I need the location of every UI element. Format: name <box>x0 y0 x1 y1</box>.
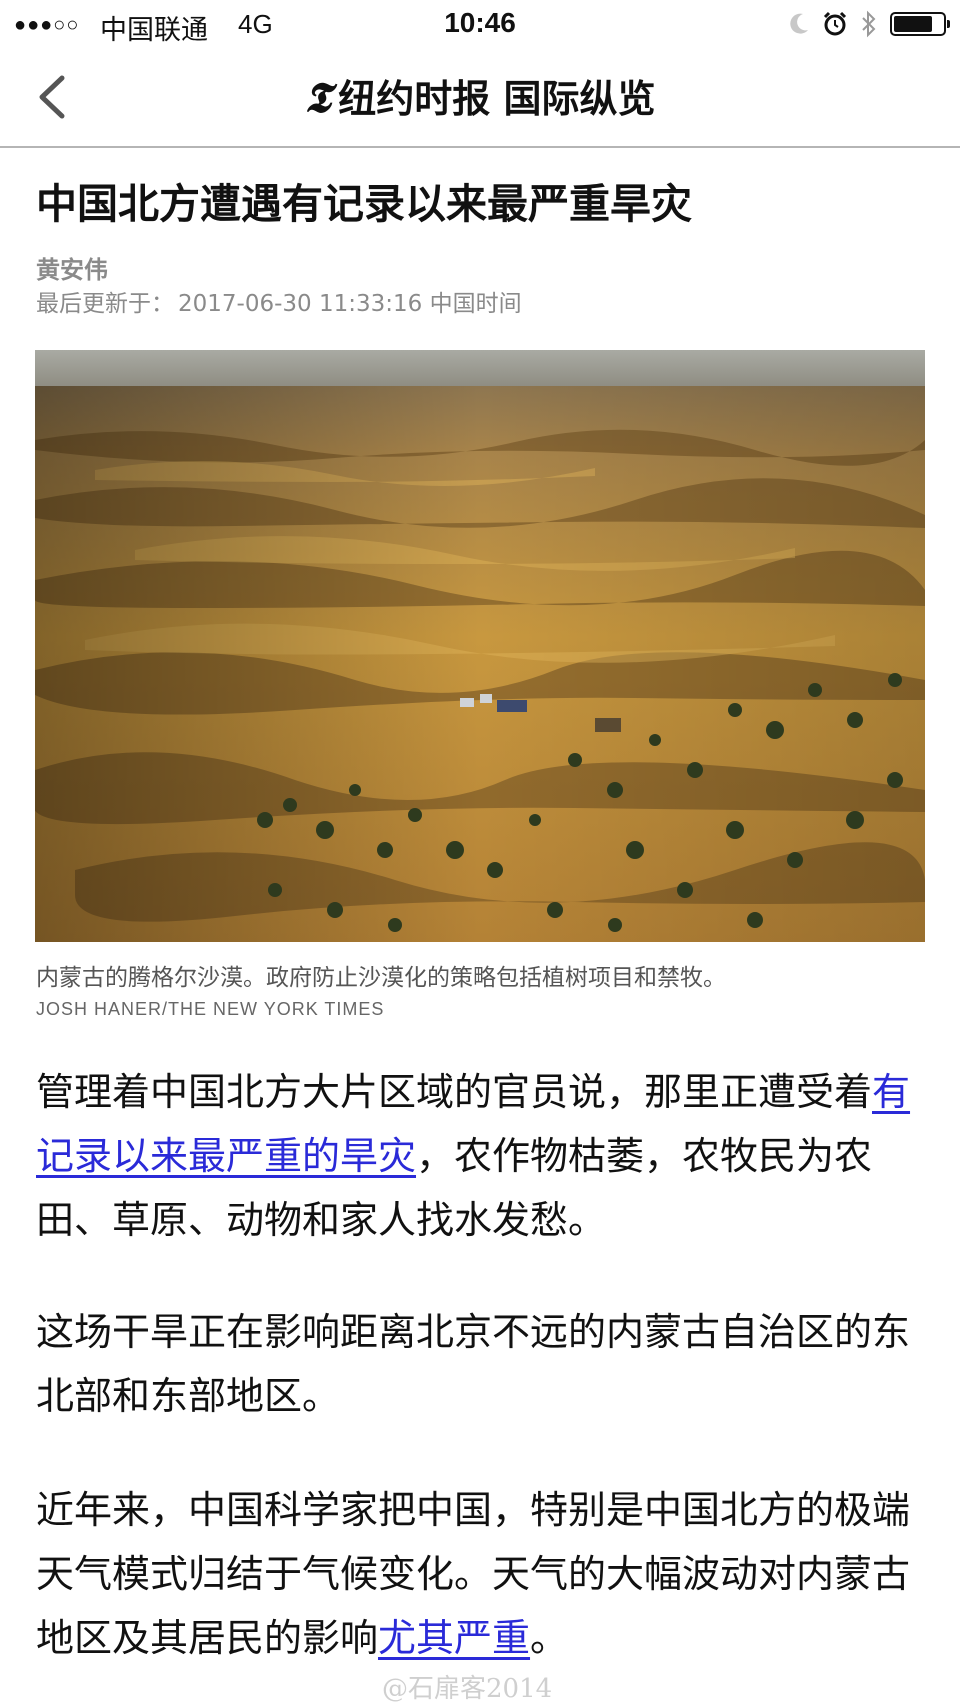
section-title: 纽约时报 国际纵览 <box>338 76 656 121</box>
article-paragraph-1: 管理着中国北方大片区域的官员说，那里正遭受着有记录以来最严重的旱灾，农作物枯萎，… <box>36 1060 916 1252</box>
updated-time: 2017-06-30 11:33:16 中国时间 <box>178 291 522 317</box>
updated-label: 最后更新于： <box>36 291 174 317</box>
article-paragraph-2: 这场干旱正在影响距离北京不远的内蒙古自治区的东北部和东部地区。 <box>36 1310 911 1418</box>
photo-credit: JOSH HANER/THE NEW YORK TIMES <box>36 999 385 1019</box>
bluetooth-icon <box>862 10 876 38</box>
status-icons <box>788 9 950 39</box>
weibo-watermark: @石扉客2014 <box>382 1674 553 1704</box>
article-photo[interactable] <box>35 350 925 942</box>
status-bar: ●●●○○ 中国联通 4G 10:46 <box>0 0 960 48</box>
alarm-icon <box>823 11 847 36</box>
article-paragraph-3: 近年来，中国科学家把中国，特别是中国北方的极端天气模式归结于气候变化。天气的大幅… <box>36 1478 916 1670</box>
author-byline[interactable]: 黄安伟 <box>36 250 108 285</box>
especially-severe-link[interactable]: 尤其严重 <box>378 1616 530 1660</box>
updated-timestamp: 最后更新于： 2017-06-30 11:33:16 中国时间 <box>36 284 526 318</box>
nyt-logo-icon: 𝕿 <box>304 73 331 122</box>
paragraph-text: 管理着中国北方大片区域的官员说，那里正遭受着 <box>36 1070 873 1114</box>
battery-icon <box>890 12 950 36</box>
photo-caption: 内蒙古的腾格尔沙漠。政府防止沙漠化的策略包括植树项目和禁牧。 <box>36 965 726 991</box>
nav-bar: 𝕿 纽约时报 国际纵览 <box>0 48 960 148</box>
moon-icon <box>790 13 808 34</box>
article-headline: 中国北方遭遇有记录以来最严重旱灾 <box>36 180 692 228</box>
paragraph-text: 。 <box>530 1616 569 1660</box>
app-title: 𝕿 纽约时报 国际纵览 <box>0 68 960 123</box>
